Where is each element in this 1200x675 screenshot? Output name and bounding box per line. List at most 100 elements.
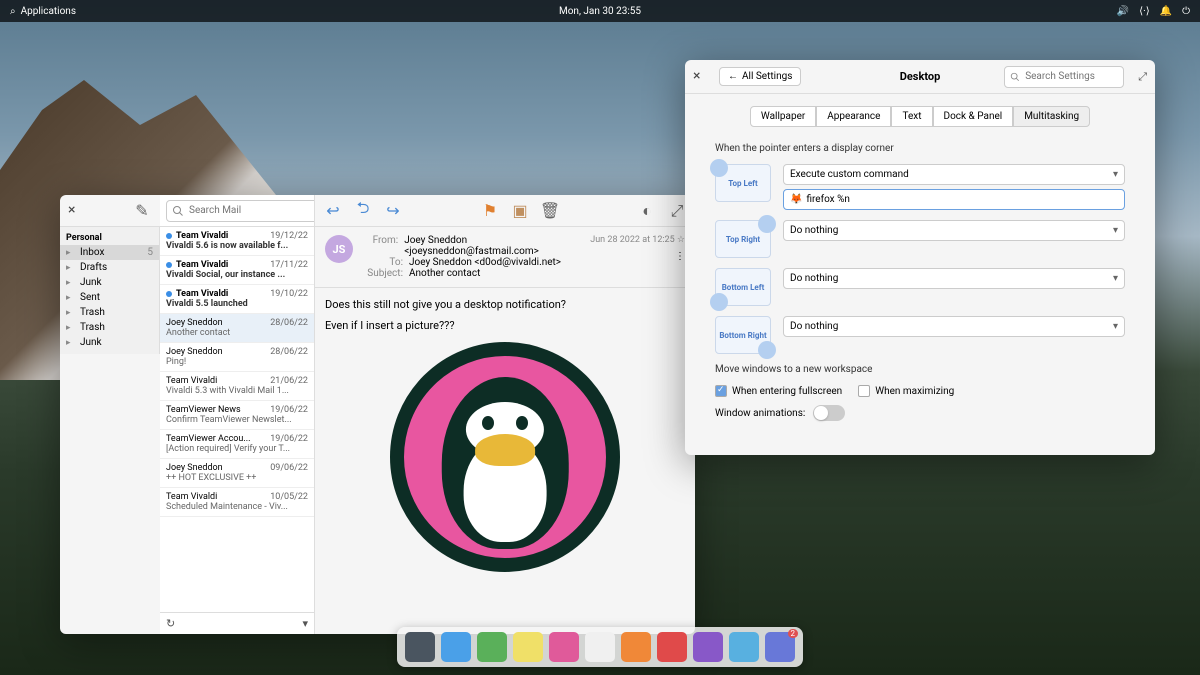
message-item[interactable]: Joey Sneddon09/06/22++ HOT EXCLUSIVE ++	[160, 459, 314, 488]
dock-app-files[interactable]	[441, 632, 471, 662]
settings-tabs: WallpaperAppearanceTextDock & PanelMulti…	[685, 106, 1155, 127]
message-item[interactable]: Joey Sneddon28/06/22Another contact	[160, 314, 314, 343]
folder-junk[interactable]: ▸Junk	[60, 335, 159, 350]
corner-top-left: Top Left	[715, 164, 771, 202]
settings-window: × ← All Settings Desktop ⤢ WallpaperAppea…	[685, 60, 1155, 455]
more-icon[interactable]: ⋮	[590, 251, 685, 262]
clock[interactable]: Mon, Jan 30 23:55	[559, 6, 641, 17]
network-icon[interactable]: ⟨·⟩	[1139, 6, 1149, 17]
search-icon: ⌕	[10, 6, 16, 17]
refresh-icon[interactable]: ↻	[166, 617, 175, 630]
subject-value: Another contact	[409, 268, 480, 279]
bottom-left-action-dropdown[interactable]: Do nothing	[783, 268, 1125, 289]
dock-app-tasks[interactable]	[549, 632, 579, 662]
power-icon[interactable]: ⏻	[1182, 6, 1190, 17]
folder-trash[interactable]: ▸Trash	[60, 305, 159, 320]
volume-icon[interactable]: 🔊	[1117, 6, 1129, 17]
tab-multitasking[interactable]: Multitasking	[1013, 106, 1090, 127]
folder-inbox[interactable]: ▸Inbox5	[60, 245, 159, 260]
animations-switch[interactable]	[813, 405, 845, 421]
dock-app-multitasking[interactable]	[405, 632, 435, 662]
to-value: Joey Sneddon <d0od@vivaldi.net>	[409, 257, 561, 268]
fullscreen-icon[interactable]: ⤢	[667, 201, 687, 221]
folder-drafts[interactable]: ▸Drafts	[60, 260, 159, 275]
star-icon[interactable]: ☆	[677, 235, 685, 245]
dock-app-calendar[interactable]	[585, 632, 615, 662]
checkbox-icon	[858, 385, 870, 397]
top-right-action-dropdown[interactable]: Do nothing	[783, 220, 1125, 241]
compose-icon[interactable]: ✎	[132, 201, 152, 221]
message-item[interactable]: Joey Sneddon28/06/22Ping!	[160, 343, 314, 372]
animations-label: Window animations:	[715, 408, 805, 419]
message-item[interactable]: Team Vivaldi10/05/22Scheduled Maintenanc…	[160, 488, 314, 517]
tab-appearance[interactable]: Appearance	[816, 106, 891, 127]
top-left-command-input[interactable]: 🦊 firefox %n	[783, 189, 1125, 210]
tab-dock-panel[interactable]: Dock & Panel	[933, 106, 1014, 127]
settings-search-input[interactable]	[1004, 66, 1124, 88]
message-item[interactable]: TeamViewer News19/06/22Confirm TeamViewe…	[160, 401, 314, 430]
folder-junk[interactable]: ▸Junk	[60, 275, 159, 290]
message-date: Jun 28 2022 at 12:25	[590, 235, 674, 245]
window-title: Desktop	[900, 70, 941, 83]
message-list: Team Vivaldi19/12/22Vivaldi 5.6 is now a…	[160, 195, 315, 634]
filter-icon[interactable]: ▾	[302, 617, 308, 630]
to-label: To:	[363, 257, 403, 268]
command-text: firefox %n	[806, 194, 850, 205]
reply-icon[interactable]: ↩	[323, 201, 343, 221]
arrow-left-icon: ←	[728, 71, 738, 82]
fullscreen-checkbox[interactable]: When entering fullscreen	[715, 385, 842, 397]
dock-app-music[interactable]	[621, 632, 651, 662]
top-panel: ⌕ Applications Mon, Jan 30 23:55 🔊 ⟨·⟩ 🔔…	[0, 0, 1200, 22]
dock: 2	[397, 627, 803, 667]
forward-icon[interactable]: ↪	[383, 201, 403, 221]
applications-label: Applications	[21, 6, 76, 17]
back-label: All Settings	[742, 71, 792, 82]
flag-icon[interactable]: ⚑	[480, 201, 500, 221]
dock-app-mail[interactable]	[513, 632, 543, 662]
checkbox-label: When maximizing	[875, 386, 954, 397]
tux-image	[390, 342, 620, 572]
firefox-icon: 🦊	[790, 194, 802, 205]
account-header: Personal	[60, 231, 159, 245]
checkbox-label: When entering fullscreen	[732, 386, 842, 397]
dock-app-browser[interactable]	[477, 632, 507, 662]
message-item[interactable]: Team Vivaldi21/06/22Vivaldi 5.3 with Viv…	[160, 372, 314, 401]
hotcorners-heading: When the pointer enters a display corner	[715, 143, 1125, 154]
avatar: JS	[325, 235, 353, 263]
tab-wallpaper[interactable]: Wallpaper	[750, 106, 816, 127]
close-icon[interactable]: ×	[68, 202, 86, 220]
dock-app-photos[interactable]	[693, 632, 723, 662]
message-item[interactable]: Team Vivaldi19/10/22Vivaldi 5.5 launched	[160, 285, 314, 314]
dock-app-settings[interactable]	[729, 632, 759, 662]
corner-bottom-right: Bottom Right	[715, 316, 771, 354]
applications-menu[interactable]: ⌕ Applications	[10, 6, 76, 17]
message-body: Does this still not give you a desktop n…	[315, 288, 695, 634]
folder-sent[interactable]: ▸Sent	[60, 290, 159, 305]
delete-icon[interactable]: 🗑	[540, 201, 560, 221]
tab-text[interactable]: Text	[891, 106, 932, 127]
message-item[interactable]: TeamViewer Accou...19/06/22[Action requi…	[160, 430, 314, 459]
bottom-right-action-dropdown[interactable]: Do nothing	[783, 316, 1125, 337]
from-value: Joey Sneddon <joeysneddon@fastmail.com>	[404, 235, 580, 257]
message-item[interactable]: Team Vivaldi17/11/22Vivaldi Social, our …	[160, 256, 314, 285]
subject-label: Subject:	[363, 268, 403, 279]
back-button[interactable]: ← All Settings	[719, 67, 801, 86]
maximize-icon[interactable]: ⤢	[1138, 70, 1147, 84]
move-windows-heading: Move windows to a new workspace	[715, 364, 1125, 375]
message-item[interactable]: Team Vivaldi19/12/22Vivaldi 5.6 is now a…	[160, 227, 314, 256]
message-view: ↩ ⮌ ↪ ⚑ ▣ 🗑 ◐ ⤢ JS From: Joey Sneddon <jo…	[315, 195, 695, 634]
corner-top-right: Top Right	[715, 220, 771, 258]
reply-all-icon[interactable]: ⮌	[353, 201, 373, 221]
archive-icon[interactable]: ▣	[510, 201, 530, 221]
top-left-action-dropdown[interactable]: Execute custom command	[783, 164, 1125, 185]
dock-app-videos[interactable]	[657, 632, 687, 662]
dock-app-appcenter[interactable]: 2	[765, 632, 795, 662]
maximize-checkbox[interactable]: When maximizing	[858, 385, 954, 397]
mail-folders: Personal ▸Inbox5▸Drafts▸Junk▸Sent▸Trash▸…	[60, 227, 160, 354]
notifications-icon[interactable]: 🔔	[1160, 6, 1172, 17]
close-icon[interactable]: ×	[693, 68, 711, 86]
account-icon[interactable]: ◐	[637, 201, 657, 221]
folder-trash[interactable]: ▸Trash	[60, 320, 159, 335]
search-input[interactable]	[166, 200, 315, 222]
from-label: From:	[363, 235, 398, 257]
